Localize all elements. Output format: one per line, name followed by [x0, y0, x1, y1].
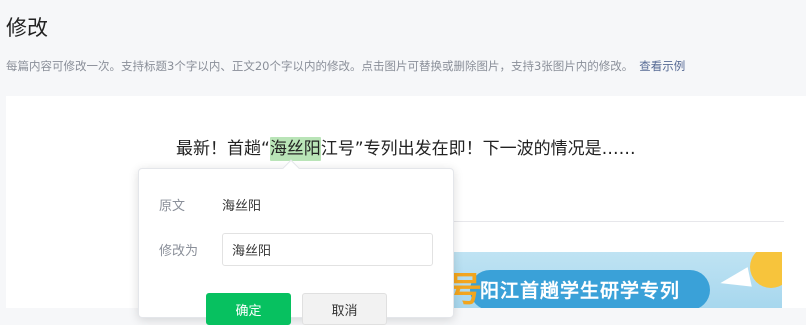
cancel-button[interactable]: 取消 — [302, 293, 387, 325]
edit-label: 修改为 — [159, 244, 199, 259]
headline-before: 最新！首趟“ — [176, 139, 270, 159]
paper-plane-icon — [718, 267, 752, 293]
article-banner-image[interactable]: 号 阳江首趟学生研学专列 — [430, 252, 782, 308]
article-headline: 最新！首趟“海丝阳江号”专列出发在即！下一波的情况是…… — [176, 134, 636, 161]
banner-title: 阳江首趟学生研学专列 — [480, 280, 681, 302]
divider — [440, 221, 784, 222]
notice-text: 每篇内容可修改一次。支持标题3个字以内、正文20个字以内的修改。点击图片可替换或… — [6, 59, 634, 73]
original-value: 海丝阳 — [222, 199, 262, 214]
headline-highlight[interactable]: 海丝阳 — [269, 137, 321, 161]
sun-graphic — [750, 252, 782, 288]
edit-input[interactable] — [222, 233, 433, 266]
original-label: 原文 — [159, 199, 186, 214]
view-example-link[interactable]: 查看示例 — [639, 59, 685, 73]
confirm-button[interactable]: 确定 — [206, 293, 291, 325]
edit-popover: 原文 海丝阳 修改为 确定 取消 — [138, 159, 454, 325]
edit-notice: 每篇内容可修改一次。支持标题3个字以内、正文20个字以内的修改。点击图片可替换或… — [6, 58, 685, 74]
page-title: 修改 — [6, 16, 48, 40]
headline-after: 江号”专列出发在即！下一波的情况是…… — [320, 139, 636, 159]
